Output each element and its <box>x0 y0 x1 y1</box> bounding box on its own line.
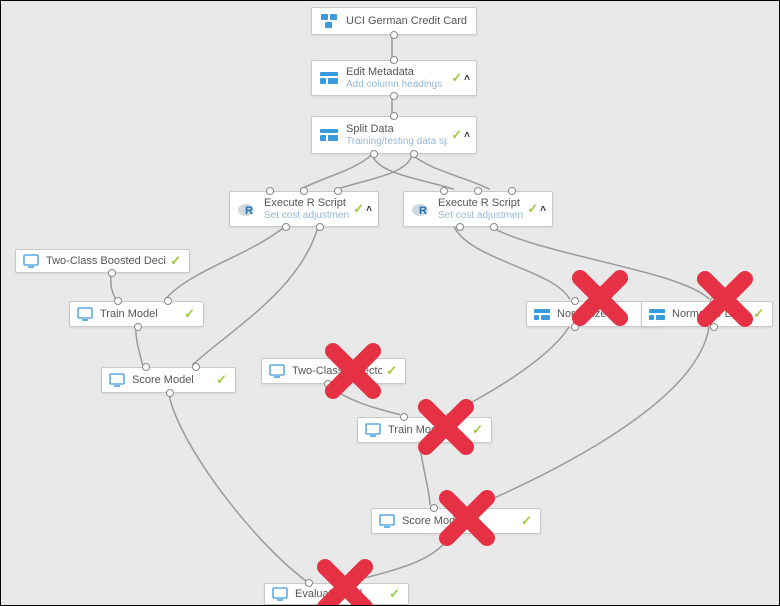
node-title: Normalize Da <box>557 308 624 320</box>
node-subtitle: Training/testing data split 50% <box>346 136 447 148</box>
node-title: Edit Metadata <box>346 65 447 79</box>
svg-text:R: R <box>245 205 253 217</box>
node-title: UCI German Credit Card Data <box>346 15 470 27</box>
node-title: Execute R Script <box>438 196 523 210</box>
status-check-icon: ✓ <box>521 513 532 529</box>
learner-icon <box>22 252 40 270</box>
dataset-icon <box>318 10 340 32</box>
node-evaluate-model[interactable]: Evaluate Mod ✓ <box>264 583 409 605</box>
node-dataset[interactable]: UCI German Credit Card Data <box>311 7 477 35</box>
node-subtitle: Add column headings <box>346 79 447 91</box>
node-train-model-left[interactable]: Train Model ✓ <box>69 301 204 327</box>
status-check-icon: ✓ <box>389 586 400 602</box>
node-execute-r-script-left[interactable]: R Execute R Script Set cost adjustment ✓… <box>229 191 379 227</box>
status-check-icon: ✓ <box>184 306 195 322</box>
node-subtitle: Set cost adjustment <box>438 210 523 222</box>
learner-icon <box>268 362 286 380</box>
status-check-icon: ✓ <box>216 372 227 388</box>
node-two-class-svm[interactable]: Two-Class Su ector... ✓ <box>261 358 406 384</box>
status-check-icon: ✓ <box>472 422 483 438</box>
learner-icon <box>76 305 94 323</box>
node-title: Score Model <box>402 515 464 527</box>
node-score-model-right[interactable]: Score Model ✓ <box>371 508 541 534</box>
status-check-icon: ✓ <box>451 70 462 86</box>
node-normalize-data-right[interactable]: Normalize Da ✓ <box>641 301 773 327</box>
module-icon <box>318 67 340 89</box>
node-split-data[interactable]: Split Data Training/testing data split 5… <box>311 116 477 154</box>
node-title: Two-Class Boosted Decision... <box>46 255 166 267</box>
r-icon: R <box>410 198 432 220</box>
node-title: Two-Class Su ector... <box>292 365 382 377</box>
node-title: Train Model <box>100 308 158 320</box>
node-score-model-left[interactable]: Score Model ✓ <box>101 367 236 393</box>
learner-icon <box>271 585 289 603</box>
node-edit-metadata[interactable]: Edit Metadata Add column headings ✓ ˄ <box>311 60 477 96</box>
node-two-class-boosted-decision-tree[interactable]: Two-Class Boosted Decision... ✓ <box>15 249 190 273</box>
r-icon: R <box>236 198 258 220</box>
collapse-caret-icon[interactable]: ˄ <box>540 204 546 215</box>
node-execute-r-script-right[interactable]: R Execute R Script Set cost adjustment ✓… <box>403 191 553 227</box>
learner-icon <box>378 512 396 530</box>
node-title: Split Data <box>346 122 447 136</box>
status-check-icon: ✓ <box>170 253 181 269</box>
learner-icon <box>364 421 382 439</box>
status-check-icon: ✓ <box>353 201 364 217</box>
node-train-model-right[interactable]: Train Model ✓ <box>357 417 492 443</box>
status-check-icon: ✓ <box>386 363 397 379</box>
module-icon <box>318 124 340 146</box>
collapse-caret-icon[interactable]: ˄ <box>464 130 470 141</box>
node-subtitle: Set cost adjustment <box>264 210 349 222</box>
node-title: Score Model <box>132 374 194 386</box>
node-title: Execute R Script <box>264 196 349 210</box>
status-check-icon: ✓ <box>527 201 538 217</box>
status-check-icon: ✓ <box>753 306 764 322</box>
node-title: Evaluate Mod <box>295 588 362 600</box>
status-check-icon: ✓ <box>451 127 462 143</box>
collapse-caret-icon[interactable]: ˄ <box>464 73 470 84</box>
learner-icon <box>108 371 126 389</box>
diagram-frame: UCI German Credit Card Data Edit Metadat… <box>0 0 780 606</box>
node-title: Train Model <box>388 424 446 436</box>
node-title: Normalize Da <box>672 308 739 320</box>
module-icon <box>648 305 666 323</box>
collapse-caret-icon[interactable]: ˄ <box>366 204 372 215</box>
module-icon <box>533 305 551 323</box>
svg-text:R: R <box>419 205 427 217</box>
